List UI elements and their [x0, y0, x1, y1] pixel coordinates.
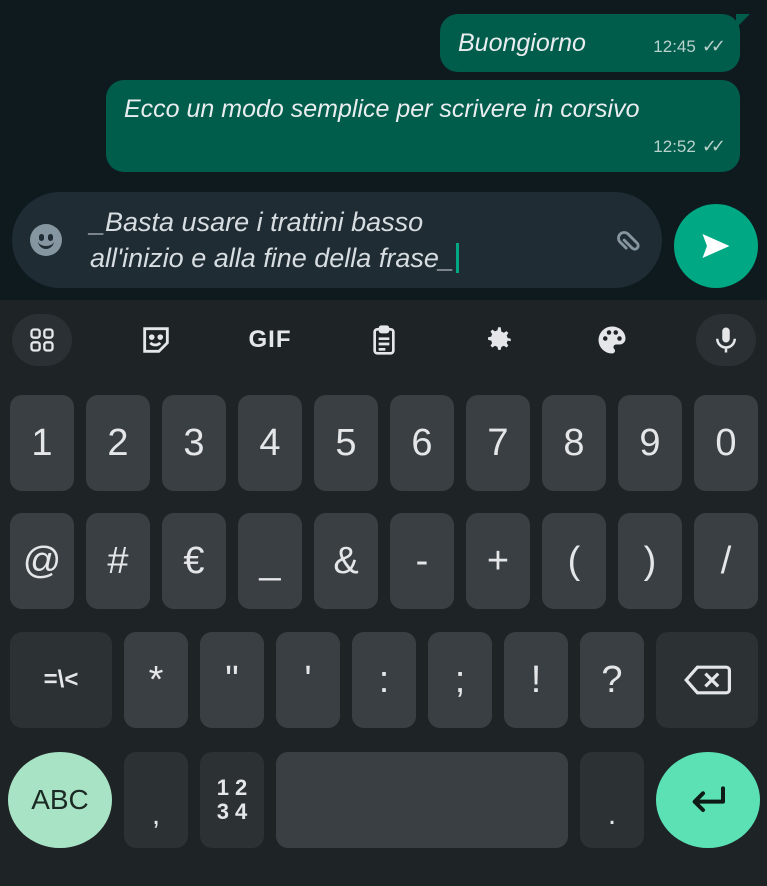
- abc-key[interactable]: ABC: [8, 752, 112, 848]
- key-2[interactable]: 2: [86, 395, 150, 491]
- key-3[interactable]: 3: [162, 395, 226, 491]
- key-7[interactable]: 7: [466, 395, 530, 491]
- enter-arrow-icon: [692, 786, 725, 812]
- key-colon[interactable]: :: [352, 632, 416, 728]
- message-time: 12:45: [653, 37, 696, 56]
- chat-area: Buongiorno 12:45 ✓✓ Ecco un modo semplic…: [0, 0, 767, 300]
- gif-button[interactable]: GIF: [240, 314, 300, 366]
- palette-icon[interactable]: [582, 314, 642, 366]
- clipboard-icon[interactable]: [354, 314, 414, 366]
- key-4[interactable]: 4: [238, 395, 302, 491]
- key-6[interactable]: 6: [390, 395, 454, 491]
- whatsapp-screen: Buongiorno 12:45 ✓✓ Ecco un modo semplic…: [0, 0, 767, 886]
- apps-grid-icon[interactable]: [12, 314, 72, 366]
- emoji-icon[interactable]: [30, 224, 62, 256]
- key-minus[interactable]: -: [390, 513, 454, 609]
- key-underscore[interactable]: _: [238, 513, 302, 609]
- key-semicolon[interactable]: ;: [428, 632, 492, 728]
- read-ticks-icon: ✓✓: [701, 136, 726, 156]
- key-more-symbols[interactable]: =\<: [10, 632, 112, 728]
- key-comma[interactable]: ,: [124, 752, 188, 848]
- key-question[interactable]: ?: [580, 632, 644, 728]
- send-icon: [702, 234, 730, 258]
- spacebar[interactable]: [276, 752, 568, 848]
- key-asterisk[interactable]: *: [124, 632, 188, 728]
- numpad-label-bottom: 3 4: [216, 799, 248, 824]
- numpad-key[interactable]: 1 2 3 4: [200, 752, 264, 848]
- message-meta: 12:52 ✓✓: [653, 129, 726, 164]
- key-at[interactable]: @: [10, 513, 74, 609]
- numpad-label-top: 1 2: [216, 775, 248, 800]
- key-5[interactable]: 5: [314, 395, 378, 491]
- key-close-paren[interactable]: ): [618, 513, 682, 609]
- message-bubble[interactable]: Ecco un modo semplice per scrivere in co…: [106, 80, 740, 172]
- message-bubble[interactable]: Buongiorno 12:45 ✓✓: [440, 14, 750, 72]
- keyboard-toolbar: GIF: [0, 300, 767, 380]
- keyboard: GIF 1 2 3 4 5 6 7 8 9 0 @ # € _ & - + (…: [0, 300, 767, 886]
- key-9[interactable]: 9: [618, 395, 682, 491]
- microphone-icon[interactable]: [696, 314, 756, 366]
- settings-gear-icon[interactable]: [468, 314, 528, 366]
- key-ampersand[interactable]: &: [314, 513, 378, 609]
- text-caret: [455, 243, 459, 273]
- key-1[interactable]: 1: [10, 395, 74, 491]
- key-open-paren[interactable]: (: [542, 513, 606, 609]
- message-input-bar[interactable]: _Basta usare i trattini basso all'inizio…: [12, 192, 662, 288]
- message-time: 12:52: [653, 137, 696, 156]
- key-exclamation[interactable]: !: [504, 632, 568, 728]
- key-apostrophe[interactable]: ': [276, 632, 340, 728]
- message-input-value: _Basta usare i trattini basso all'inizio…: [90, 207, 454, 273]
- send-button[interactable]: [674, 204, 758, 288]
- key-0[interactable]: 0: [694, 395, 758, 491]
- sticker-icon[interactable]: [126, 314, 186, 366]
- key-plus[interactable]: +: [466, 513, 530, 609]
- key-slash[interactable]: /: [694, 513, 758, 609]
- key-double-quote[interactable]: ": [200, 632, 264, 728]
- enter-key[interactable]: [656, 752, 760, 848]
- read-ticks-icon: ✓✓: [701, 36, 726, 56]
- key-hash[interactable]: #: [86, 513, 150, 609]
- key-8[interactable]: 8: [542, 395, 606, 491]
- key-euro[interactable]: €: [162, 513, 226, 609]
- backspace-key[interactable]: [656, 632, 758, 728]
- message-input[interactable]: _Basta usare i trattini basso all'inizio…: [90, 204, 610, 276]
- message-meta: 12:45 ✓✓: [653, 29, 726, 64]
- attach-icon[interactable]: [606, 218, 660, 272]
- backspace-icon: [684, 665, 731, 695]
- message-text: Ecco un modo semplice per scrivere in co…: [124, 95, 640, 123]
- key-period[interactable]: .: [580, 752, 644, 848]
